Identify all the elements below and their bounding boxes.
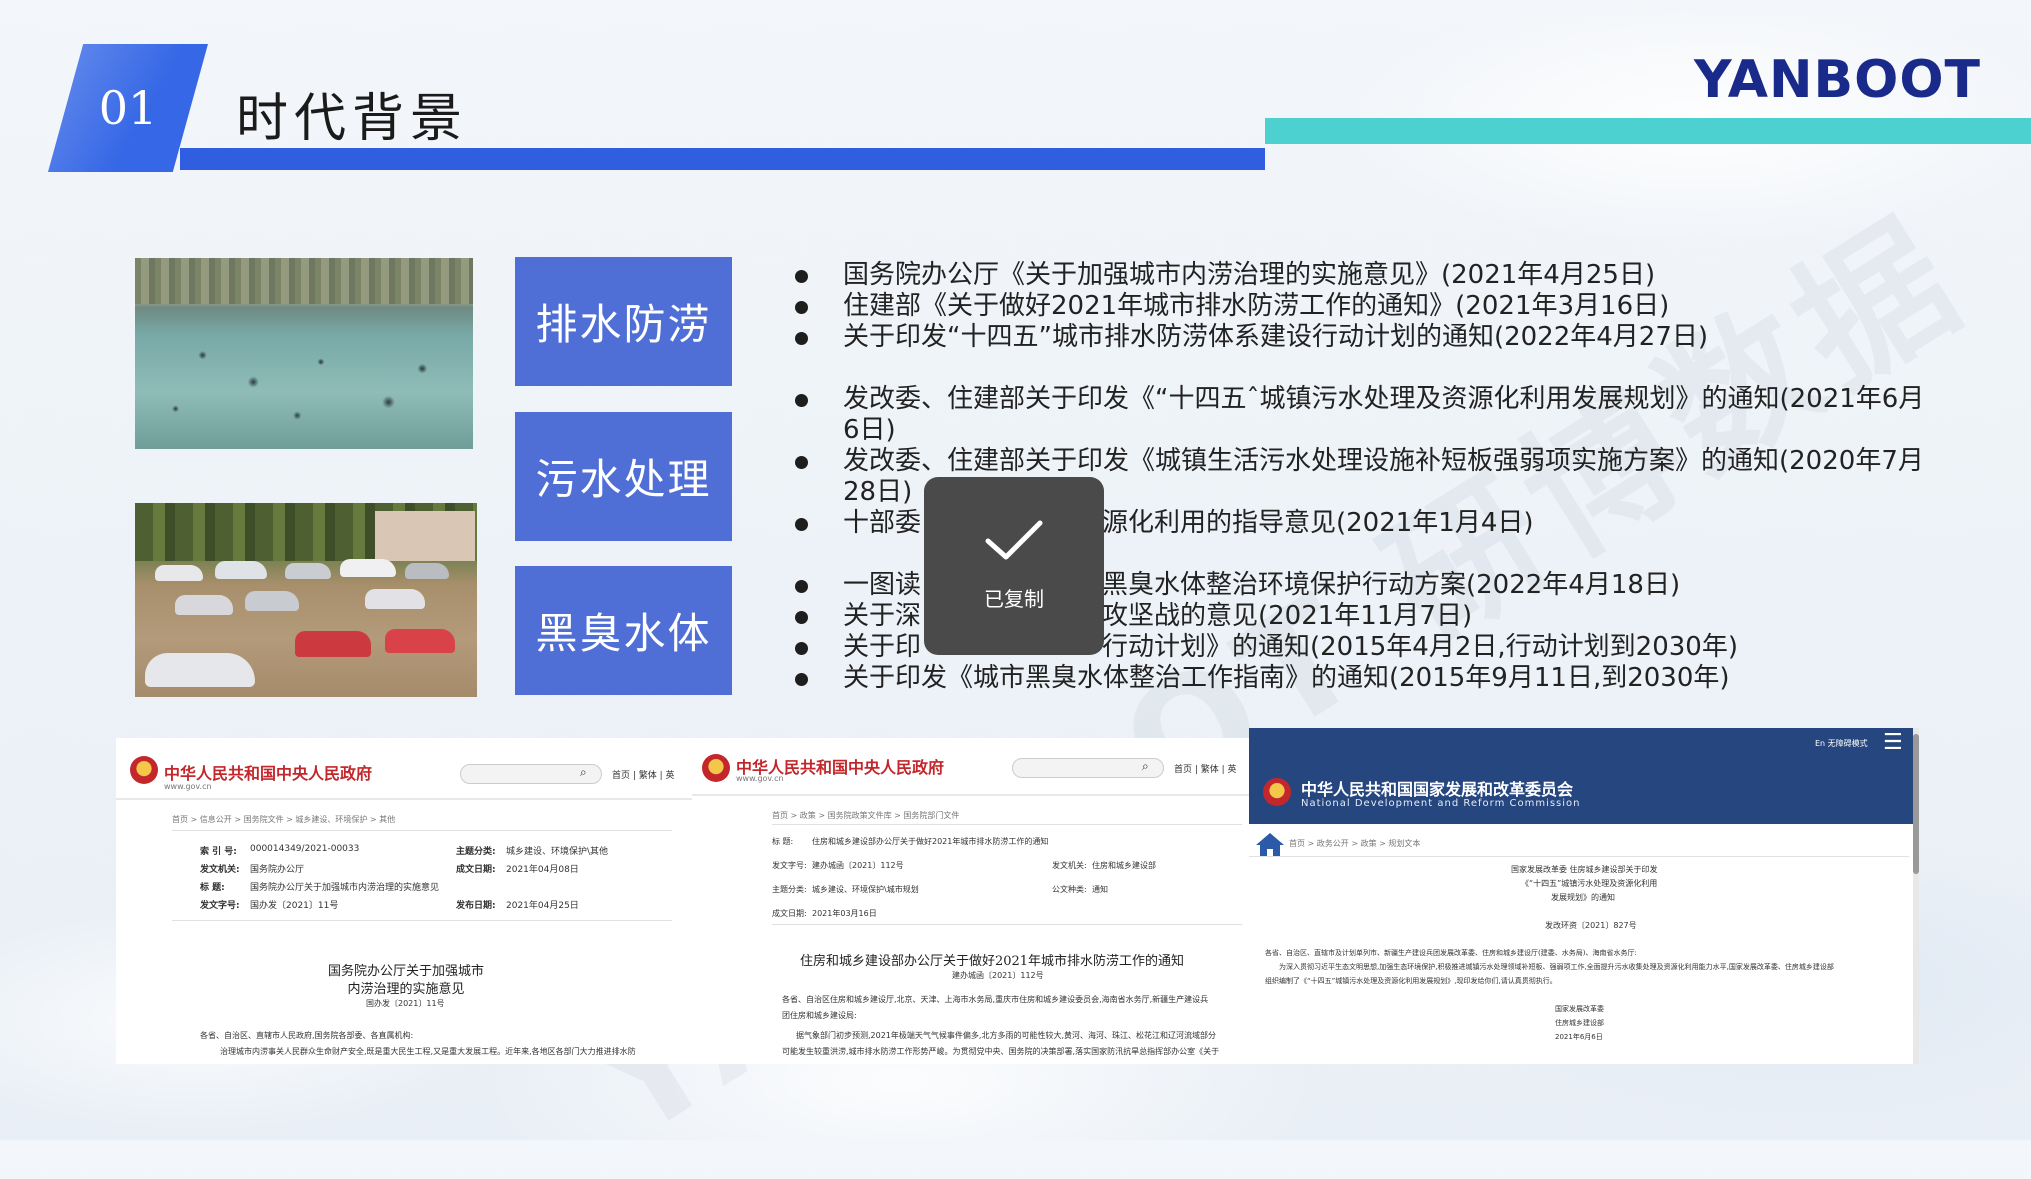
breadcrumb: 首页 > 政务公开 > 政策 > 规划文本 [1289,839,1421,848]
bullet-icon [795,642,808,655]
bullet-icon [795,332,808,345]
national-emblem-icon [1263,778,1291,806]
national-emblem-icon [702,754,730,782]
document-heading: 国家发展改革委 住房城乡建设部关于印发 [1511,865,1658,874]
list-item: 发改委、住建部关于印发《“十四五ˆ城镇污水处理及资源化利用发展规划》的通知(20… [795,384,1925,446]
list-item: 关于印发“十四五”城市排水防涝体系建设行动计划的通知(2022年4月27日) [795,322,1925,353]
category-black-odorous-water: 黑臭水体 [515,566,732,695]
search-icon: ⌕ [580,765,587,779]
ndrc-website-screenshot: En 无障碍模式 ☰ 中华人民共和国国家发展和改革委员会 National De… [1249,728,1919,1064]
menu-icon: ☰ [1883,730,1903,755]
brand-logo: YANBOOT [1694,50,1981,110]
bullet-icon [795,456,808,469]
bullet-icon [795,611,808,624]
list-item: 关于印发《城市黑臭水体整治工作指南》的通知(2015年9月11日,到2030年) [795,663,1925,694]
polluted-water-photo [135,258,473,449]
list-item: 国务院办公厅《关于加强城市内涝治理的实施意见》(2021年4月25日) [795,260,1925,291]
category-sewage: 污水处理 [515,412,732,541]
category-label: 污水处理 [535,455,712,504]
toast-label: 已复制 [984,586,1044,611]
breadcrumb: 首页 > 政策 > 国务院政策文件库 > 国务院部门文件 [772,811,960,820]
document-title: 住房和城乡建设部办公厅关于做好2021年城市排水防涝工作的通知 [799,954,1185,969]
accent-bar [1265,118,2031,144]
category-label: 排水防涝 [535,300,712,349]
scrollbar[interactable] [1913,728,1919,1064]
site-name: 中华人民共和国国家发展和改革委员会 [1301,780,1574,799]
site-name: 中华人民共和国中央人民政府 [164,764,373,783]
section-number: 01 [98,81,158,135]
search-icon: ⌕ [1142,759,1149,773]
category-label: 黑臭水体 [535,609,712,658]
flooded-street-photo [135,503,477,697]
title-underline-bar [180,148,1265,170]
gov-website-screenshot-2: 中华人民共和国中央人民政府 www.gov.cn ⌕ 首页 | 繁体 | 英 首… [692,738,1252,1064]
list-item: 住建部《关于做好2021年城市排水防涝工作的通知》(2021年3月16日) [795,291,1925,322]
checkmark-icon [985,520,1043,559]
bullet-icon [795,394,808,407]
scrollbar-thumb[interactable] [1913,734,1919,874]
bullet-icon [795,673,808,686]
national-emblem-icon [130,756,158,784]
bullet-icon [795,580,808,593]
copied-toast: 已复制 [924,477,1104,655]
home-icon [1256,833,1284,857]
bullet-icon [795,301,808,314]
breadcrumb: 首页 > 信息公开 > 国务院文件 > 城乡建设、环境保护 > 其他 [172,815,396,824]
gov-website-screenshot-1: 中华人民共和国中央人民政府 www.gov.cn ⌕ 首页 | 繁体 | 英 首… [116,738,692,1064]
bullet-icon [795,518,808,531]
page-title: 时代背景 [236,89,469,149]
category-drainage: 排水防涝 [515,257,732,386]
bullet-icon [795,270,808,283]
document-title: 国务院办公厅关于加强城市 [327,964,484,979]
